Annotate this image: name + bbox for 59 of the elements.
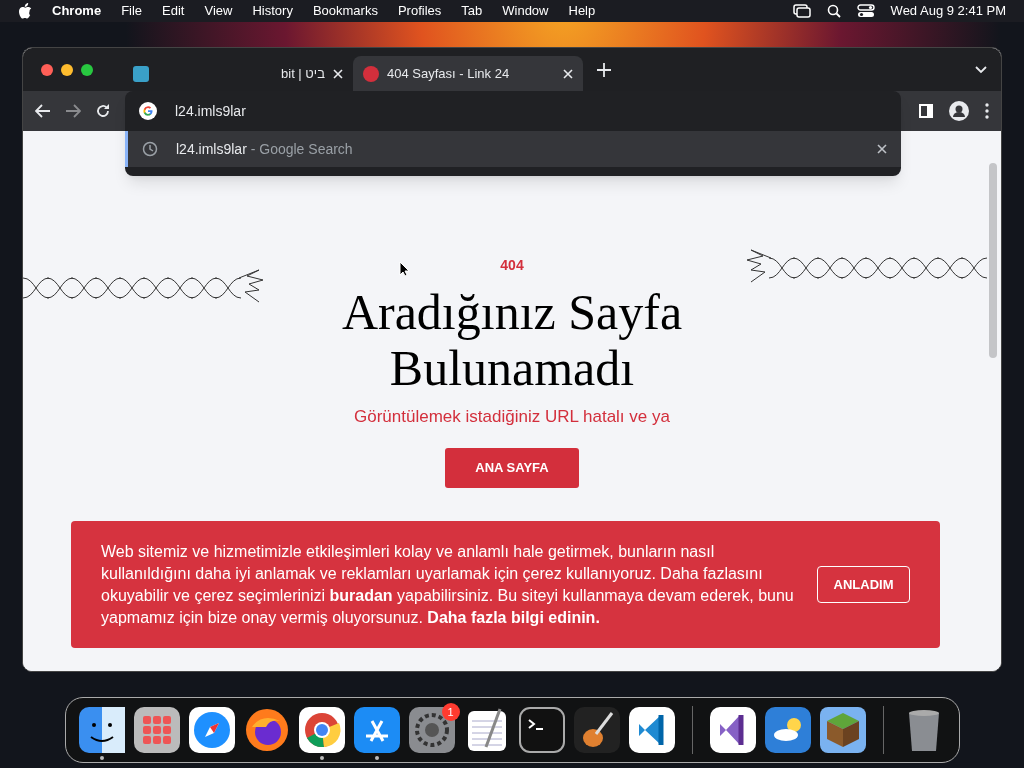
finder-icon[interactable] (78, 707, 125, 753)
tab-title: bit | ביט (280, 64, 325, 83)
browser-tab[interactable]: 404 Sayfası - Link 24 (353, 56, 583, 91)
more-menu-icon[interactable] (985, 103, 989, 119)
zoom-window-button[interactable] (81, 63, 93, 76)
new-tab-icon[interactable] (597, 62, 611, 77)
google-logo-icon (139, 102, 157, 120)
cloud-and-sun-icon[interactable] (764, 707, 811, 753)
browser-tab[interactable]: bit | ביט (123, 56, 353, 91)
control-center-icon[interactable] (856, 4, 875, 18)
menu-item[interactable]: Bookmarks (312, 1, 378, 21)
site-favicon (133, 65, 149, 82)
gear-icon[interactable] (408, 707, 455, 753)
menu-bar-clock: Wed Aug 9 2:41 PM (890, 2, 1006, 21)
back-icon[interactable] (35, 104, 51, 118)
menu-item[interactable]: View (204, 1, 233, 21)
tab-title: 404 Sayfası - Link 24 (387, 64, 511, 83)
reload-icon[interactable] (95, 103, 111, 119)
menu-item[interactable]: Edit (162, 1, 185, 21)
chrome-icon[interactable] (298, 707, 345, 753)
address-field[interactable]: l24.imls9lar (175, 100, 887, 122)
menu-item[interactable]: Tab (461, 1, 483, 21)
notification-badge: 1 (441, 703, 460, 721)
suggestion-text: l24.imls9lar - Google Search (176, 139, 354, 159)
side-panel-icon[interactable] (919, 104, 933, 118)
close-tab-icon[interactable] (333, 68, 343, 79)
compass-icon[interactable] (188, 707, 235, 753)
menu-item[interactable]: Profiles (397, 1, 442, 21)
profile-icon[interactable] (949, 101, 969, 121)
history-icon (142, 141, 158, 157)
menu-item[interactable]: File (121, 1, 143, 21)
app-store-icon[interactable] (353, 707, 400, 753)
apple-icon[interactable] (18, 3, 32, 19)
mouse-pointer-icon (399, 261, 410, 277)
omnibox-suggestion[interactable]: l24.imls9lar - Google Search (125, 131, 901, 167)
menu-item[interactable]: History (252, 1, 293, 21)
accept-cookies-button[interactable]: ANLADIM (817, 566, 910, 603)
code-editor-icon[interactable] (628, 707, 675, 753)
terminal-icon[interactable] (518, 707, 565, 753)
close-tab-icon[interactable] (563, 68, 573, 79)
app-menu[interactable]: Chrome (52, 1, 102, 21)
tab-search-icon[interactable] (975, 65, 987, 74)
menu-item[interactable]: Window (502, 1, 549, 21)
scrollbar-thumb[interactable] (989, 163, 997, 358)
error-description: Görüntülemek istadiğiniz URL hatalı ve ya (354, 406, 670, 428)
minimize-window-button[interactable] (61, 63, 73, 76)
screen-mirroring-icon[interactable] (792, 4, 811, 18)
menu-item[interactable]: Help (568, 1, 596, 21)
grass-block-icon[interactable] (819, 707, 866, 753)
close-window-button[interactable] (41, 63, 53, 76)
error-code: 404 (500, 256, 524, 275)
page-title: Aradığınız Sayfa Bulunamadı (340, 284, 684, 396)
remove-suggestion-icon[interactable] (877, 144, 887, 154)
cookie-notice-text: Web sitemiz ve hizmetimizle etkileşimleri kolay ve anlamlı hale getirmek, bunların nasıl kullanıldığını daha iyi anlamak ve reklamları uyarlamak için çerez kullanıyoruz. Daha fazlasını okuyabilir ve çerez seçimlerinizi buradan yapabilirsiniz. Bu siteyi kullanmaya devam ederek, bunu yapmamız için bize onay vermiş oluyorsunuz. Daha fazla bilgi edinin. (101, 541, 795, 628)
forward-icon[interactable] (65, 104, 81, 118)
site-favicon (363, 65, 379, 82)
search-icon[interactable] (826, 4, 841, 18)
app-grid-icon[interactable] (133, 707, 180, 753)
home-button[interactable]: ANA SAYFA (445, 447, 579, 488)
